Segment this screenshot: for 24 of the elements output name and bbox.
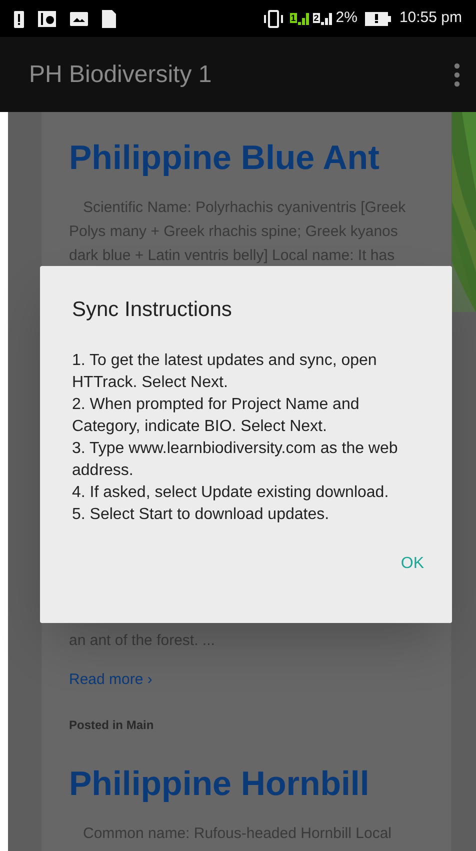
dialog-title: Sync Instructions <box>72 297 233 323</box>
sim-slot-label: 1 <box>290 12 297 22</box>
read-more-link[interactable]: Read more › <box>69 669 152 692</box>
post-category: Posted in Main <box>69 716 155 734</box>
signal-icon <box>320 12 332 24</box>
post-title: Philippine Blue Ant <box>69 138 380 178</box>
image-icon <box>70 12 88 26</box>
battery-percent: 2% <box>336 8 358 28</box>
more-menu-icon[interactable] <box>454 62 460 86</box>
status-time: 10:55 pm <box>399 8 462 28</box>
sd-card-icon <box>102 10 116 28</box>
instruction-step: 1. To get the latest updates and sync, open HTTrack. Select Next. <box>72 350 420 394</box>
app-title: PH Biodiversity 1 <box>29 60 213 90</box>
ok-button[interactable]: OK <box>392 548 432 580</box>
vibrate-icon <box>262 10 284 28</box>
battery-alert-icon <box>14 10 24 28</box>
post-title: Philippine Hornbill <box>69 764 370 804</box>
instruction-step: 4. If asked, select Update existing download. <box>72 482 420 504</box>
sim-slot-label: 2 <box>312 12 320 22</box>
instruction-step: 3. Type www.learnbiodiversity.com as the web address. <box>72 438 420 482</box>
battery-icon <box>365 10 392 26</box>
signal-icon <box>298 12 309 24</box>
instruction-step: 5. Select Start to download updates. <box>72 504 420 526</box>
instruction-step: 2. When prompted for Project Name and Category, indicate BIO. Select Next. <box>72 394 420 438</box>
